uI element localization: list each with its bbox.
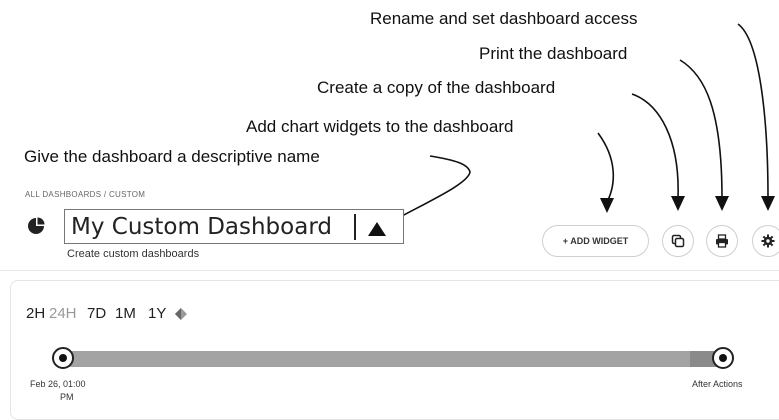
copy-dashboard-button[interactable]	[662, 225, 694, 257]
timeline-start-handle[interactable]	[52, 347, 74, 369]
range-option-7d[interactable]: 7D	[87, 305, 106, 322]
add-widget-label: + ADD WIDGET	[562, 236, 629, 246]
annotation-name: Give the dashboard a descriptive name	[24, 147, 320, 166]
copy-icon	[671, 234, 685, 248]
gear-icon	[761, 234, 775, 248]
timeline-end-handle[interactable]	[712, 347, 734, 369]
timeline-end-label: After Actions	[692, 379, 743, 389]
timeline-start-label: Feb 26, 01:00	[30, 379, 86, 389]
range-option-24h[interactable]: 24H	[49, 305, 77, 322]
annotation-copy: Create a copy of the dashboard	[317, 78, 556, 97]
pie-chart-icon	[27, 217, 45, 235]
annotation-add-widgets: Add chart widgets to the dashboard	[246, 117, 514, 136]
timeline-slider-track[interactable]	[62, 351, 726, 367]
timeline-start-label-line2: PM	[60, 392, 74, 402]
annotation-rename: Rename and set dashboard access	[370, 9, 638, 28]
range-option-1y[interactable]: 1Y	[148, 305, 166, 322]
annotation-print: Print the dashboard	[479, 44, 628, 63]
breadcrumb[interactable]: ALL DASHBOARDS / CUSTOM	[25, 190, 145, 199]
header-divider	[0, 270, 779, 271]
dashboard-name-input[interactable]: My Custom Dashboard	[64, 209, 404, 244]
range-option-2h[interactable]: 2H	[26, 305, 45, 322]
time-range-panel	[10, 280, 779, 420]
range-toggle-icon[interactable]	[175, 307, 187, 325]
page-subtitle: Create custom dashboards	[67, 248, 200, 260]
text-cursor	[354, 214, 356, 240]
add-widget-button[interactable]: + ADD WIDGET	[542, 225, 649, 257]
settings-button[interactable]	[752, 225, 779, 257]
range-option-1m[interactable]: 1M	[115, 305, 136, 322]
print-dashboard-button[interactable]	[706, 225, 738, 257]
mouse-pointer-icon	[368, 222, 386, 236]
printer-icon	[716, 234, 728, 248]
